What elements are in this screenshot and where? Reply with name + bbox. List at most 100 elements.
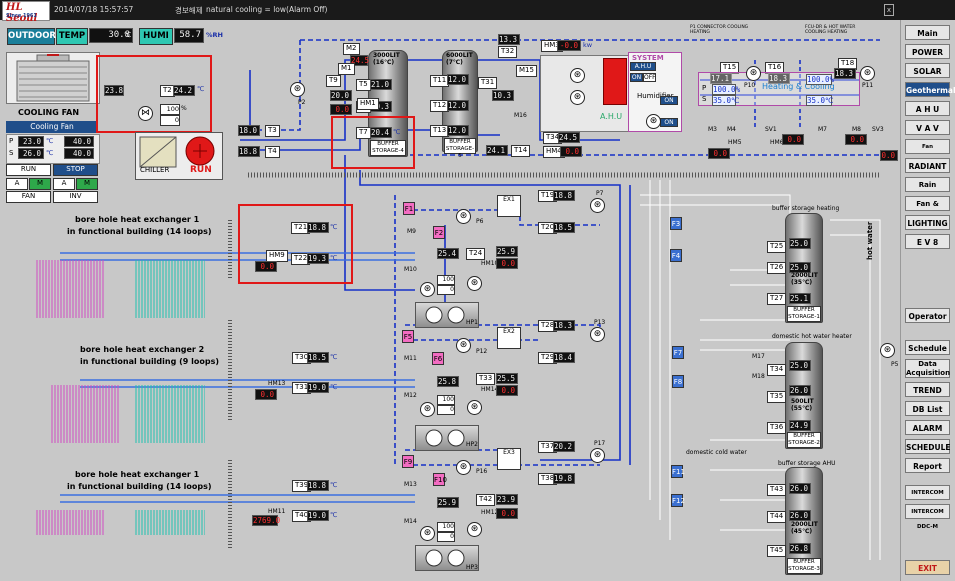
pump-p5-icon[interactable]: ⊛ — [880, 343, 895, 358]
f7-flowmeter[interactable]: F7 — [672, 346, 684, 359]
humidifier-on-2-button[interactable]: ON — [660, 118, 678, 127]
pump-p10-icon[interactable]: ⊛ — [746, 66, 761, 81]
close-button[interactable]: x — [884, 4, 894, 16]
humidifier-pump-icon[interactable]: ⊛ — [646, 114, 661, 129]
nav-geothermal[interactable]: Geothermal — [905, 82, 955, 97]
m18-tag: M18 — [752, 373, 765, 380]
hm14-value: 0.0 — [496, 385, 518, 396]
nav-intercom-g[interactable]: INTERCOM DDC-G — [905, 485, 950, 511]
heat-exchanger-ex1[interactable]: EX1 — [497, 195, 521, 217]
f1-flowmeter[interactable]: F1 — [403, 202, 415, 215]
fan-run-button[interactable]: RUN — [6, 164, 51, 176]
t35b-value: 26.0 — [789, 385, 811, 396]
pump-p8-icon[interactable]: ⊛ — [420, 282, 435, 297]
heat-exchanger-ex2[interactable]: EX2 — [497, 327, 521, 349]
m4-tag: M4 — [727, 126, 736, 133]
fcu-s-value: 35.0℃ — [712, 95, 740, 106]
p12-label: P12 — [476, 348, 488, 355]
exit-button[interactable]: EXIT — [905, 560, 950, 575]
pump-p14-icon[interactable]: ⊛ — [420, 402, 435, 417]
t30-value: 18.5 — [307, 352, 329, 363]
f2-flowmeter[interactable]: F2 — [433, 226, 445, 239]
t35b-tag: T35 — [767, 391, 787, 403]
f10-flowmeter[interactable]: F10 — [433, 473, 447, 486]
nav-power[interactable]: POWER — [905, 44, 950, 59]
hm6-value: 0.0 — [782, 134, 804, 145]
nav-intercom-m[interactable]: INTERCOM DDC-M — [905, 504, 950, 530]
cooling-fan-title: COOLING FAN — [18, 108, 80, 117]
fan-manual-button[interactable]: M — [29, 178, 51, 190]
nav-trend[interactable]: TREND — [905, 382, 950, 397]
hm10-value: 0.0 — [496, 258, 518, 269]
nav-operator[interactable]: Operator — [905, 308, 950, 323]
pump-p2-icon[interactable]: ⊛ — [290, 82, 305, 97]
pump-p19-icon[interactable]: ⊛ — [467, 522, 482, 537]
pump-p11-icon[interactable]: ⊛ — [860, 66, 875, 81]
fan-auto-button[interactable]: A — [6, 178, 28, 190]
inv-manual-button[interactable]: M — [76, 178, 98, 190]
f11-flowmeter[interactable]: F11 — [671, 465, 685, 478]
system-status-text: natural cooling = low(Alarm Off) — [206, 5, 328, 14]
ex1-label: EX1 — [503, 196, 515, 203]
logo-subtext: Since 1961 — [6, 13, 37, 19]
alarm-status-text: 경보해제 — [175, 6, 203, 15]
nav-vav[interactable]: V A V — [905, 120, 950, 135]
bore1-subtitle: in functional building (14 loops) — [67, 227, 212, 236]
nav-rain-water[interactable]: Rain Water — [905, 177, 950, 204]
f12-flowmeter[interactable]: F12 — [671, 494, 685, 507]
ahu-on-button[interactable]: ON — [630, 73, 643, 82]
tank1-capacity: 2000LIT (35℃) — [791, 272, 818, 286]
nav-report[interactable]: Report — [905, 458, 950, 473]
f8-flowmeter[interactable]: F8 — [672, 375, 684, 388]
ahu-fan-icon[interactable]: ⊛ — [570, 68, 585, 83]
f9-flowmeter[interactable]: F9 — [402, 455, 414, 468]
nav-main[interactable]: Main — [905, 25, 950, 40]
hp1-label: HP1 — [466, 319, 478, 326]
nav-ahu[interactable]: A H U — [905, 101, 950, 116]
chiller-run-status: RUN — [190, 165, 212, 175]
fan-stop-button[interactable]: STOP — [53, 164, 98, 176]
nav-data-acquisition[interactable]: Data Acquisition — [905, 359, 950, 378]
nav-fan-tank[interactable]: Fan & Tank — [905, 196, 950, 223]
nav-schedule-2[interactable]: SCHEDULE — [905, 439, 951, 454]
t31-tag: T31 — [478, 77, 498, 89]
nav-lighting[interactable]: LIGHTING — [905, 215, 950, 230]
t23-value: 25.4 — [437, 248, 459, 259]
t44-tag: T44 — [767, 511, 787, 523]
nav-schedule[interactable]: Schedule — [905, 340, 950, 355]
humi-unit: %RH — [206, 31, 223, 39]
pump-p15-icon[interactable]: ⊛ — [467, 400, 482, 415]
t9-value: 20.0 — [330, 90, 352, 101]
ahu-off-button[interactable]: OFF — [643, 73, 656, 82]
ahu-fan-2-icon[interactable]: ⊛ — [570, 90, 585, 105]
pump-p7-icon[interactable]: ⊛ — [590, 198, 605, 213]
nav-solar[interactable]: SOLAR — [905, 63, 950, 78]
pump-p18-icon[interactable]: ⊛ — [420, 526, 435, 541]
t33-tag: T33 — [476, 373, 496, 385]
f5-flowmeter[interactable]: F5 — [402, 330, 414, 343]
f4-flowmeter[interactable]: F4 — [670, 249, 682, 262]
pump-p13-icon[interactable]: ⊛ — [590, 327, 605, 342]
nav-db-list[interactable]: DB List — [905, 401, 950, 416]
nav-alarm[interactable]: ALARM — [905, 420, 950, 435]
t44-value: 26.0 — [789, 510, 811, 521]
pump-p12-icon[interactable]: ⊛ — [456, 338, 471, 353]
t24-tag: T24 — [466, 248, 486, 260]
fcu-p-value: 100.0% — [712, 84, 741, 95]
t31b-value: 19.0 — [307, 382, 329, 393]
m3-tag: M3 — [708, 126, 717, 133]
humidifier-on-button[interactable]: ON — [660, 96, 678, 105]
unit-label: ℃ — [330, 353, 338, 361]
pump-p9-icon[interactable]: ⊛ — [467, 276, 482, 291]
inv-auto-button[interactable]: A — [53, 178, 75, 190]
tank5-capacity: 6000LIT (7℃) — [446, 52, 473, 66]
nav-ev8[interactable]: E V 8 — [905, 234, 950, 249]
nav-radiant[interactable]: RADIANT — [905, 158, 950, 173]
pump-p6-icon[interactable]: ⊛ — [456, 209, 471, 224]
pump-p16-icon[interactable]: ⊛ — [456, 460, 471, 475]
f3-flowmeter[interactable]: F3 — [670, 217, 682, 230]
pump-p17-icon[interactable]: ⊛ — [590, 448, 605, 463]
heat-exchanger-ex3[interactable]: EX3 — [497, 448, 521, 470]
f6-flowmeter[interactable]: F6 — [432, 352, 444, 365]
nav-fan-convector[interactable]: Fan Convector — [905, 139, 950, 165]
